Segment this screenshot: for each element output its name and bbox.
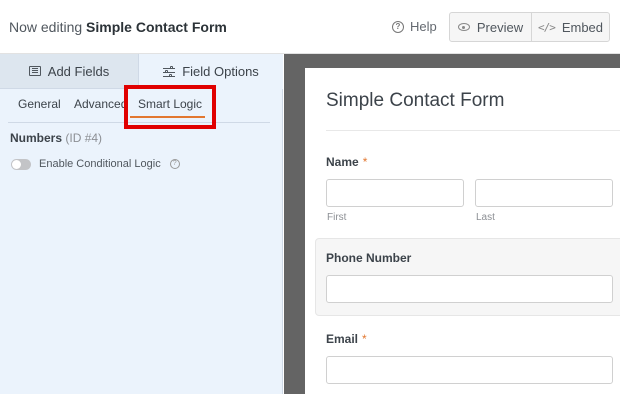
field-heading: Numbers (ID #4)	[10, 131, 102, 145]
main-tabs: Add Fields Field Options	[0, 54, 283, 89]
tab-add-fields-label: Add Fields	[47, 63, 110, 79]
first-name-input[interactable]	[326, 179, 464, 207]
email-field-label: Email *	[326, 332, 367, 346]
editing-prefix: Now editing	[9, 19, 83, 35]
preview-button[interactable]: Preview	[450, 13, 532, 41]
sliders-icon	[163, 66, 176, 77]
field-name-label: Numbers	[10, 131, 63, 145]
eye-icon	[457, 23, 470, 31]
subtab-general[interactable]: General	[18, 97, 61, 111]
first-sublabel: First	[327, 212, 347, 223]
email-input[interactable]	[326, 356, 613, 384]
phone-input[interactable]	[326, 275, 613, 303]
field-id: (ID #4)	[65, 131, 103, 145]
preview-label: Preview	[476, 19, 524, 35]
email-label-text: Email	[326, 332, 359, 346]
question-circle-icon: ?	[392, 20, 404, 33]
last-sublabel: Last	[476, 212, 495, 223]
conditional-logic-toggle[interactable]	[11, 158, 31, 170]
question-circle-icon[interactable]: ?	[169, 159, 180, 169]
embed-button[interactable]: </> Embed	[532, 13, 609, 41]
page-title: Now editing Simple Contact Form	[9, 19, 227, 35]
top-bar: Now editing Simple Contact Form ? Help P…	[0, 0, 620, 54]
tab-field-options[interactable]: Field Options	[139, 54, 283, 89]
form-preview-title: Simple Contact Form	[326, 90, 505, 111]
help-button[interactable]: ? Help	[392, 19, 437, 34]
name-label-text: Name	[326, 155, 359, 169]
required-mark: *	[362, 332, 367, 346]
form-preview: Simple Contact Form Name * First Last Pho…	[305, 68, 620, 394]
embed-label: Embed	[561, 19, 604, 35]
last-name-input[interactable]	[475, 179, 613, 207]
conditional-logic-row: Enable Conditional Logic ?	[11, 158, 180, 170]
required-mark: *	[362, 155, 368, 169]
tab-add-fields[interactable]: Add Fields	[0, 54, 139, 89]
subtab-advanced[interactable]: Advanced	[74, 97, 127, 111]
highlight-box	[124, 85, 216, 129]
form-name: Simple Contact Form	[86, 19, 227, 35]
tab-field-options-label: Field Options	[182, 64, 259, 79]
phone-field-label: Phone Number	[326, 251, 412, 265]
conditional-logic-label: Enable Conditional Logic	[39, 158, 161, 170]
preview-embed-group: Preview </> Embed	[449, 12, 610, 42]
name-field-label: Name *	[326, 155, 367, 169]
divider	[326, 130, 620, 131]
help-label: Help	[410, 19, 437, 34]
code-icon: </>	[537, 20, 556, 34]
list-icon	[28, 66, 41, 76]
